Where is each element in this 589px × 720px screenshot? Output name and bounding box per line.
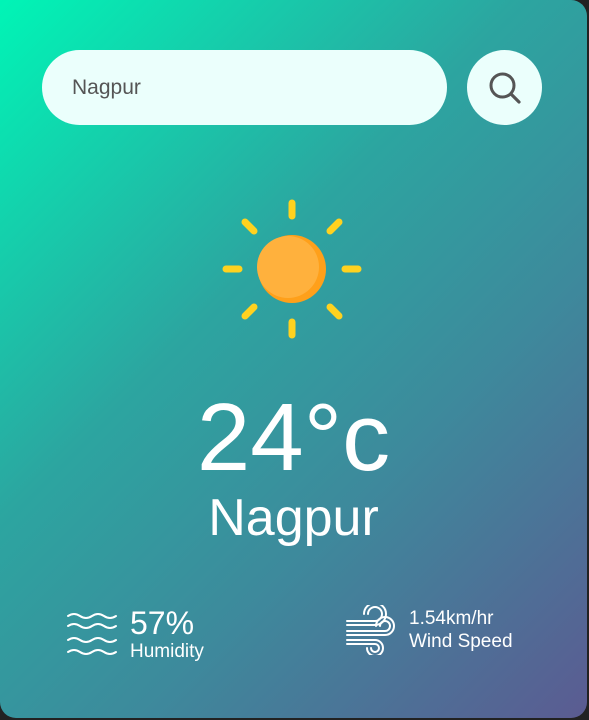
- wind-speed-label: Wind Speed: [409, 631, 513, 652]
- humidity-waves-icon: [66, 610, 118, 658]
- humidity-section: 57% Humidity: [66, 605, 204, 663]
- weather-card: 24°c Nagpur 57% Humidity: [0, 0, 587, 718]
- wind-icon: [345, 605, 397, 655]
- humidity-label: Humidity: [130, 641, 204, 662]
- temperature: 24°c: [196, 384, 391, 491]
- wind-section: 1.54km/hr Wind Speed: [345, 605, 513, 655]
- sun-icon: [222, 199, 362, 339]
- search-button[interactable]: [467, 50, 542, 125]
- humidity-value: 57%: [130, 605, 195, 641]
- search-input[interactable]: [42, 50, 447, 125]
- search-icon: [489, 72, 521, 104]
- wind-speed-value: 1.54km/hr: [409, 608, 494, 629]
- city-name: Nagpur: [208, 489, 379, 547]
